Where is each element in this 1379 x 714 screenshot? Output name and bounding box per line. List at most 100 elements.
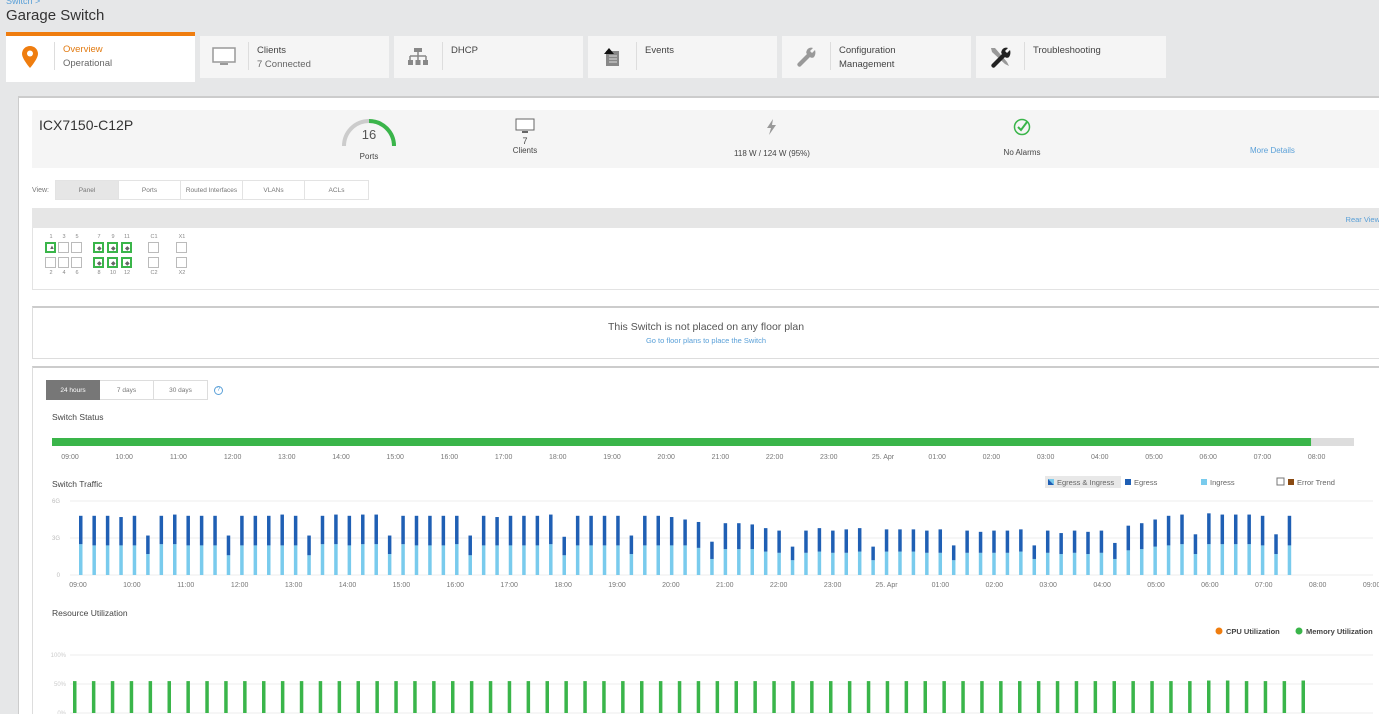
switch-port[interactable] [148,257,159,268]
more-details-link[interactable]: More Details [1250,146,1295,155]
ingress-bar[interactable] [643,545,647,575]
ingress-bar[interactable] [1274,554,1278,575]
memory-bar[interactable] [1244,681,1249,713]
view-tab-routed-interfaces[interactable]: Routed Interfaces [181,180,243,200]
ingress-bar[interactable] [817,551,822,575]
memory-bar[interactable] [734,681,739,713]
ingress-bar[interactable] [481,545,486,575]
egress-bar[interactable] [186,515,190,546]
ingress-bar[interactable] [1072,552,1077,575]
ingress-bar[interactable] [737,549,741,575]
egress-bar[interactable] [696,521,701,548]
egress-bar[interactable] [1019,529,1023,552]
egress-bar[interactable] [1045,530,1050,553]
ingress-bar[interactable] [1220,544,1225,575]
ingress-bar[interactable] [683,545,687,575]
egress-bar[interactable] [1166,515,1171,546]
ingress-bar[interactable] [723,549,728,575]
range-tab-30-days[interactable]: 30 days [154,380,208,400]
ingress-bar[interactable] [414,545,419,575]
memory-bar[interactable] [1225,680,1230,713]
memory-bar[interactable] [432,681,436,713]
egress-bar[interactable] [307,535,311,556]
egress-bar[interactable] [1220,514,1225,545]
memory-bar[interactable] [243,681,247,713]
memory-bar[interactable] [847,681,852,713]
memory-bar[interactable] [1131,681,1135,713]
ingress-bar[interactable] [213,545,217,575]
tab-events[interactable]: Events [588,36,777,78]
ingress-bar[interactable] [1126,550,1131,575]
switch-port[interactable]: ◆ [107,257,118,268]
memory-bar[interactable] [564,681,568,713]
ingress-bar[interactable] [616,545,620,575]
tab-clients[interactable]: Clients 7 Connected [200,36,389,78]
switch-port[interactable] [58,257,69,268]
memory-bar[interactable] [507,681,512,713]
memory-bar[interactable] [205,681,209,713]
ingress-bar[interactable] [575,545,580,575]
egress-bar[interactable] [1059,533,1063,555]
memory-bar[interactable] [73,681,77,713]
legend-item[interactable]: Memory Utilization [1295,627,1374,636]
ingress-bar[interactable] [857,551,862,575]
range-tab-7-days[interactable]: 7 days [100,380,154,400]
ingress-bar[interactable] [696,547,701,575]
ingress-bar[interactable] [884,551,889,575]
ingress-bar[interactable] [428,545,432,575]
switch-port[interactable]: ◆ [93,257,104,268]
ingress-bar[interactable] [1247,544,1251,575]
ingress-bar[interactable] [455,544,459,575]
memory-bar[interactable] [980,681,984,713]
memory-bar[interactable] [602,681,606,713]
legend-item[interactable]: Egress & Ingress [1048,478,1114,487]
egress-bar[interactable] [1180,514,1184,545]
ingress-bar[interactable] [763,551,768,575]
memory-bar[interactable] [715,681,720,713]
memory-bar[interactable] [640,681,644,713]
egress-bar[interactable] [683,519,687,546]
ingress-bar[interactable] [441,545,446,575]
switch-port[interactable]: ◆ [93,242,104,253]
memory-bar[interactable] [885,681,890,713]
egress-bar[interactable] [1207,513,1211,545]
memory-bar[interactable] [1036,681,1041,713]
floorplan-link[interactable]: Go to floor plans to place the Switch [33,336,1379,345]
memory-bar[interactable] [677,681,682,713]
egress-bar[interactable] [1274,534,1278,555]
ingress-bar[interactable] [240,545,244,575]
egress-bar[interactable] [831,530,835,553]
egress-bar[interactable] [495,517,499,546]
ingress-bar[interactable] [293,545,298,575]
egress-bar[interactable] [361,514,365,545]
ingress-bar[interactable] [951,560,956,575]
egress-bar[interactable] [804,530,808,553]
egress-bar[interactable] [535,515,540,546]
memory-bar[interactable] [829,681,833,713]
egress-bar[interactable] [240,515,244,546]
egress-bar[interactable] [549,514,553,545]
egress-bar[interactable] [119,517,123,546]
memory-bar[interactable] [148,681,153,713]
memory-bar[interactable] [696,681,701,713]
legend-item[interactable]: Error Trend [1276,477,1335,487]
ingress-bar[interactable] [468,555,472,575]
egress-bar[interactable] [710,541,714,559]
egress-bar[interactable] [1005,530,1010,553]
ingress-bar[interactable] [871,560,875,575]
memory-bar[interactable] [224,681,228,713]
switch-port[interactable]: ◆ [107,242,118,253]
ingress-bar[interactable] [1086,554,1090,575]
tab-dhcp[interactable]: DHCP [394,36,583,78]
egress-bar[interactable] [857,528,862,552]
egress-bar[interactable] [750,524,755,550]
switch-port[interactable]: ◆ [121,257,132,268]
ingress-bar[interactable] [173,544,177,575]
egress-bar[interactable] [1126,525,1131,551]
memory-bar[interactable] [1169,681,1173,713]
ingress-bar[interactable] [1233,544,1238,575]
ingress-bar[interactable] [280,545,284,575]
egress-bar[interactable] [199,515,204,546]
ingress-bar[interactable] [226,555,231,575]
egress-bar[interactable] [1072,530,1077,553]
